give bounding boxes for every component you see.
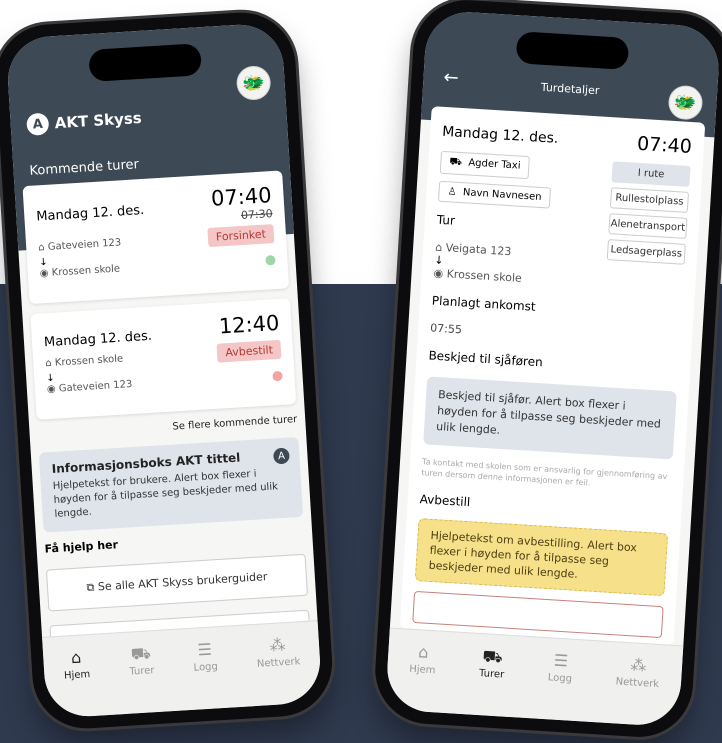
network-icon: ⁂ [269, 635, 287, 656]
trip-from: Krossen skole [54, 353, 124, 369]
trip-from: Gateveien 123 [47, 237, 122, 253]
see-more-link[interactable]: Se flere kommende turer [37, 414, 297, 441]
home-icon: ⌂ [434, 240, 443, 254]
home-icon: ⌂ [37, 242, 45, 254]
tab-bar: ⌂ Hjem ⛟ Turer ☰ Logg ⁂ Nettverk [384, 627, 684, 728]
app-brand: A AKT Skyss [26, 107, 142, 136]
driver-name: Navn Navnesen [462, 187, 542, 203]
trip-details-screen: ← Turdetaljer 🐲 Mandag 12. des. 07:40 ⛟ … [384, 9, 722, 728]
tab-label: Hjem [63, 669, 91, 682]
help-heading: Få hjelp her [44, 538, 119, 556]
car-icon: ⛟ [482, 646, 504, 667]
person-icon: ♙ [447, 186, 457, 198]
info-body: Hjelpetekst for brukere. Alert box flexe… [52, 468, 279, 520]
tab-network[interactable]: ⁂ Nettverk [613, 655, 660, 726]
tab-log[interactable]: ☰ Logg [545, 650, 573, 720]
info-badge-icon: A [272, 447, 290, 465]
status-dot [272, 370, 283, 381]
log-icon: ☰ [196, 639, 213, 660]
tab-trips[interactable]: ⛟ Turer [128, 643, 157, 713]
arrival-heading: Planlagt ankomst [431, 293, 536, 314]
message-box: Beskjed til sjåfør. Alert box flexer i h… [423, 376, 677, 460]
tab-label: Logg [547, 672, 573, 685]
car-icon: ⛟ [130, 643, 152, 664]
home-screen: 🐲 A AKT Skyss Kommende turer Mandag 12. … [5, 22, 323, 719]
tag-chip: Alenetransport [608, 213, 688, 239]
logo-icon: A [26, 112, 50, 136]
status-badge: Forsinket [207, 224, 275, 248]
external-link-icon: ⧉ [86, 580, 95, 595]
status-dot [265, 254, 276, 266]
arrival-time: 07:55 [429, 321, 463, 337]
company-field: ⛟ Agder Taxi [439, 150, 531, 180]
status-chip: I rute [611, 161, 691, 187]
dynamic-island [515, 31, 630, 70]
tab-log[interactable]: ☰ Logg [192, 639, 220, 709]
home-icon: ⌂ [417, 642, 430, 662]
cancel-help-box: Hjelpetekst om avbestilling. Alert box f… [414, 518, 669, 597]
trip-card[interactable]: Mandag 12. des. 07:40 07:30 ⌂ Gateveien … [22, 170, 290, 305]
cancel-heading: Avbestill [419, 492, 471, 510]
status-badge: Avbestilt [216, 339, 282, 363]
trip-card[interactable]: Mandag 12. des. 12:40 ⌂ Krossen skole Av… [30, 298, 297, 420]
user-guides-label: Se alle AKT Skyss brukerguider [97, 570, 268, 594]
user-guides-button[interactable]: ⧉ Se alle AKT Skyss brukerguider [45, 553, 309, 612]
location-pin-icon: ◉ [433, 266, 444, 281]
trip-details-card: Mandag 12. des. 07:40 ⛟ Agder Taxi ♙ Nav… [399, 106, 706, 645]
phone-trip-details-screen: ← Turdetaljer 🐲 Mandag 12. des. 07:40 ⛟ … [372, 0, 722, 741]
app-title: AKT Skyss [54, 108, 143, 133]
log-icon: ☰ [553, 650, 569, 671]
detail-time: 07:40 [636, 132, 693, 159]
trip-date: Mandag 12. des. [43, 328, 153, 351]
trip-date: Mandag 12. des. [35, 202, 145, 225]
contact-note: Ta kontakt med skolen som er ansvarlig f… [421, 457, 668, 488]
tab-label: Nettverk [615, 676, 660, 691]
home-icon: ⌂ [70, 647, 82, 668]
trip-list: Mandag 12. des. 07:40 07:30 ⌂ Gateveien … [22, 170, 312, 668]
tab-label: Logg [193, 661, 219, 674]
tab-label: Turer [129, 665, 155, 678]
tab-home[interactable]: ⌂ Hjem [407, 642, 437, 712]
network-icon: ⁂ [629, 655, 647, 676]
dynamic-island [88, 43, 203, 82]
detail-date: Mandag 12. des. [441, 123, 559, 147]
trip-tags: I rute Rullestolplass Alenetransport Led… [606, 161, 691, 265]
section-upcoming-title: Kommende turer [29, 157, 140, 179]
cancel-help-text: Hjelpetekst om avbestilling. Alert box f… [428, 528, 638, 581]
tab-label: Nettverk [256, 656, 301, 670]
driver-field: ♙ Navn Navnesen [437, 180, 552, 209]
info-box: A Informasjonsboks AKT tittel Hjelpeteks… [38, 436, 304, 533]
tab-bar: ⌂ Hjem ⛟ Turer ☰ Logg ⁂ Nettverk [42, 620, 323, 719]
avatar[interactable]: 🐲 [235, 64, 272, 101]
location-pin-icon: ◉ [39, 267, 49, 280]
car-icon: ⛟ [449, 156, 463, 169]
company-name: Agder Taxi [468, 157, 521, 172]
phone-home-screen: 🐲 A AKT Skyss Kommende turer Mandag 12. … [0, 9, 336, 732]
tab-home[interactable]: ⌂ Hjem [63, 647, 93, 717]
tab-network[interactable]: ⁂ Nettverk [255, 635, 302, 706]
tab-label: Turer [478, 668, 505, 681]
message-heading: Beskjed til sjåføren [428, 348, 544, 370]
tab-label: Hjem [408, 663, 436, 677]
tab-trips[interactable]: ⛟ Turer [477, 646, 506, 716]
trip-time: 12:40 [218, 310, 281, 339]
message-body: Beskjed til sjåfør. Alert box flexer i h… [435, 388, 662, 437]
location-pin-icon: ◉ [46, 383, 57, 396]
tag-chip: Rullestolplass [609, 187, 690, 213]
home-icon: ⌂ [45, 357, 53, 370]
